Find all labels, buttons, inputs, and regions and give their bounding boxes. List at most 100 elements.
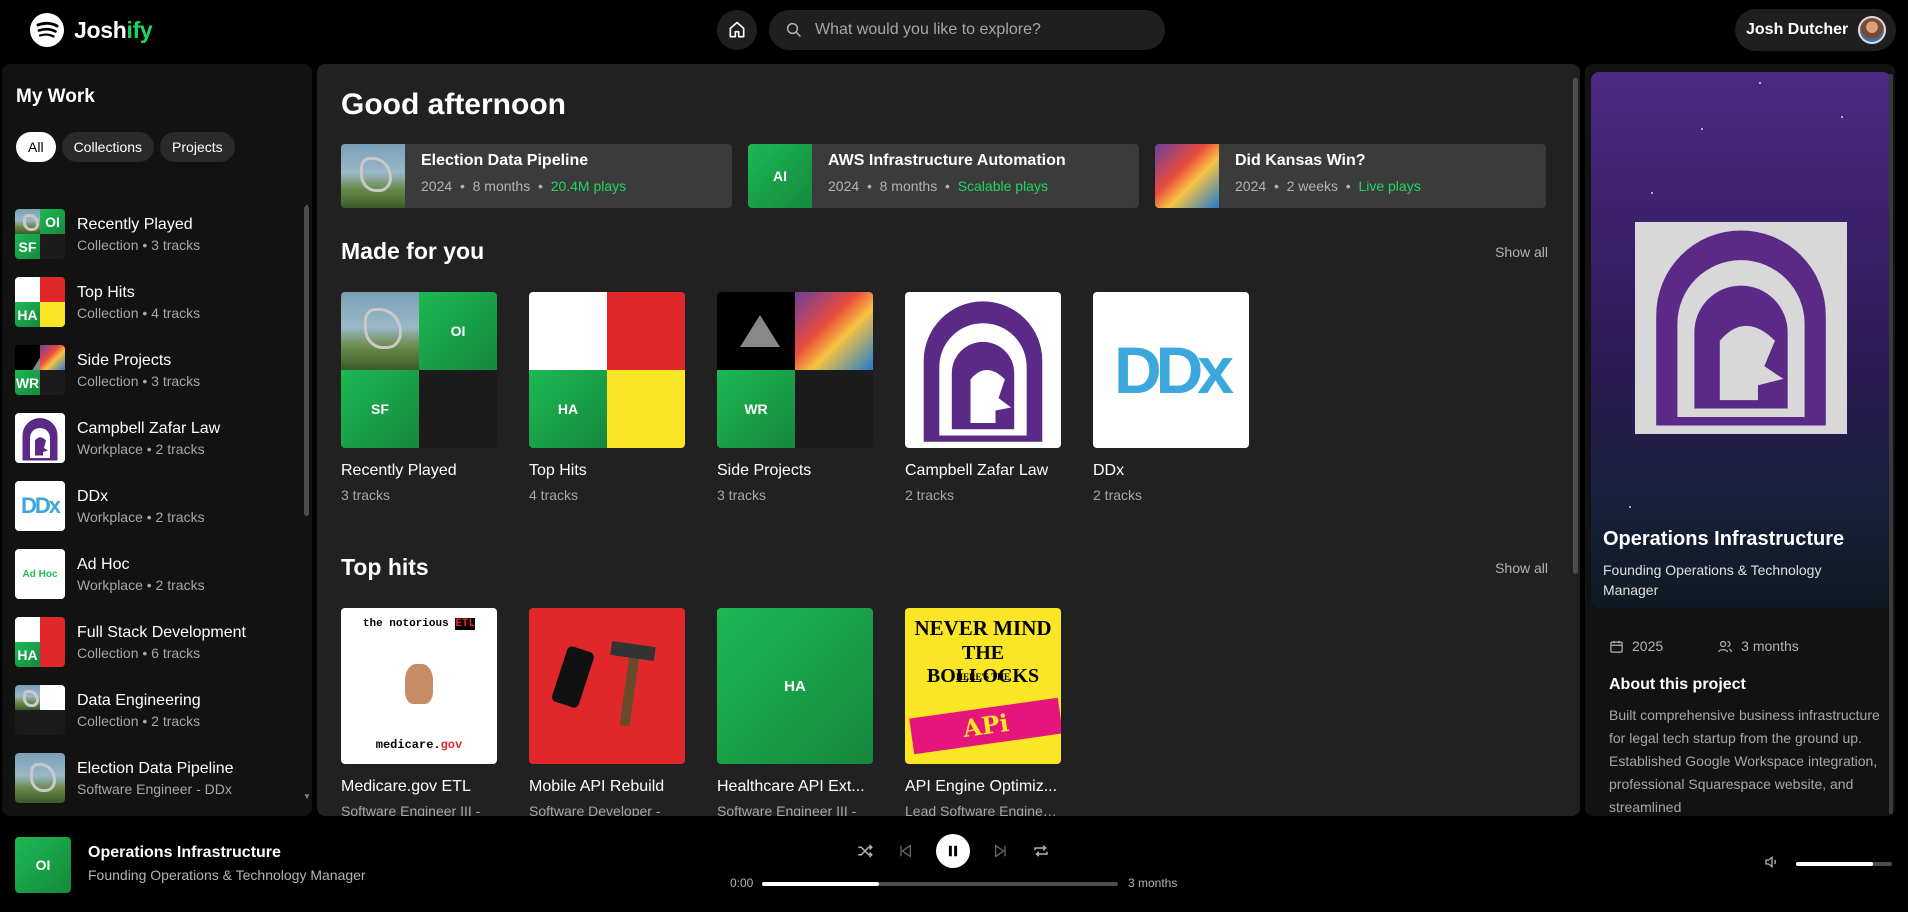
app-root: Joshify Josh Dutcher My Work All Collect… (0, 0, 1908, 912)
about-heading: About this project (1609, 676, 1746, 693)
search-icon (786, 22, 801, 37)
filter-all[interactable]: All (16, 132, 56, 162)
logo-icon (30, 13, 64, 47)
shuffle-icon (858, 844, 873, 858)
quick-pick-card[interactable]: AI AWS Infrastructure Automation 2024 • … (748, 144, 1139, 208)
section-title-top-hits: Top hits (341, 554, 429, 580)
repeat-button[interactable] (1032, 842, 1050, 860)
library-sidebar: My Work All Collections Projects OI SF R… (2, 64, 312, 816)
card-subtitle: 3 tracks (717, 487, 767, 503)
volume-fill (1796, 862, 1873, 866)
playlist-card[interactable]: OI SF Recently Played 3 tracks (341, 292, 497, 503)
library-item-sub: Workplace • 2 tracks (77, 440, 205, 457)
playlist-card[interactable]: DDx DDx 2 tracks (1093, 292, 1249, 503)
goddess-logo-icon (923, 301, 1043, 442)
scroll-down-icon[interactable]: ▼ (303, 792, 311, 801)
card-subtitle: 3 tracks (341, 487, 391, 503)
filter-collections[interactable]: Collections (61, 132, 155, 162)
collection-cover: HA (15, 277, 65, 327)
library-item-name: Data Engineering (77, 691, 201, 709)
library-item-name: Full Stack Development (77, 623, 246, 641)
library-item-name: Top Hits (77, 283, 135, 301)
pause-button[interactable] (936, 834, 970, 868)
about-text: Built comprehensive business infrastruct… (1609, 707, 1880, 815)
next-button[interactable] (992, 842, 1010, 860)
card-title: Recently Played (341, 462, 457, 479)
library-item-sub: Workplace • 2 tracks (77, 508, 205, 525)
playlist-card[interactable]: WR Side Projects 3 tracks (717, 292, 873, 503)
library-item-sub: Software Engineer - DDx (77, 780, 232, 797)
logo[interactable]: Joshify (30, 13, 153, 47)
progress-bar[interactable] (762, 882, 1118, 886)
user-menu-button[interactable]: Josh Dutcher (1735, 9, 1896, 51)
project-card[interactable]: NEVER MIND THE BOLLOCKS HERE'S THE APi E… (905, 608, 1061, 816)
now-playing-panel: Operations Infrastructure Founding Opera… (1585, 64, 1895, 816)
card-cover: DDx (1093, 292, 1249, 448)
project-cover (341, 144, 405, 208)
playlist-card[interactable]: Campbell Zafar Law 2 tracks (905, 292, 1061, 503)
library-item-name: DDx (77, 487, 109, 505)
library-item-name: Campbell Zafar Law (77, 419, 221, 437)
quick-pick-title: Election Data Pipeline (421, 152, 589, 169)
library-item[interactable]: Ad Hoc Ad Hoc Workplace • 2 tracks (2, 540, 302, 608)
playlist-card[interactable]: HA Top Hits 4 tracks (529, 292, 685, 503)
main-content: Good afternoon Election Data Pipeline 20… (317, 64, 1580, 816)
quick-pick-meta: 2024 • 2 weeks • Live plays (1235, 178, 1421, 194)
project-hero: Operations Infrastructure Founding Opera… (1591, 72, 1891, 608)
quick-pick-title: AWS Infrastructure Automation (828, 152, 1066, 169)
quick-pick-card[interactable]: Did Kansas Win? 2024 • 2 weeks • Live pl… (1155, 144, 1546, 208)
quick-picks: Election Data Pipeline 2024 • 8 months •… (341, 144, 1546, 208)
shuffle-button[interactable] (856, 842, 874, 860)
library-item[interactable]: HA Full Stack Development Collection • 6 … (2, 608, 302, 676)
show-all-link[interactable]: Show all (1495, 244, 1548, 260)
sidebar-scrollbar[interactable] (304, 206, 309, 516)
volume-slider[interactable] (1796, 862, 1892, 866)
workplace-logo: Ad Hoc (15, 549, 65, 599)
collection-cover: OI SF (15, 209, 65, 259)
project-cover (15, 753, 65, 803)
home-button[interactable] (717, 10, 757, 50)
volume-button[interactable] (1764, 854, 1780, 875)
library-item[interactable]: HA Top Hits Collection • 4 tracks (2, 268, 302, 336)
library-item[interactable]: DDx DDx Workplace • 2 tracks (2, 472, 302, 540)
search-input[interactable] (815, 21, 1135, 39)
panel-subtitle: Founding Operations & Technology Manager (1603, 562, 1822, 598)
library-item-name: Election Data Pipeline (77, 759, 234, 777)
phone-icon (550, 645, 596, 709)
filter-chips: All Collections Projects (16, 132, 235, 162)
main-scrollbar[interactable] (1573, 78, 1578, 574)
panel-scrollbar[interactable] (1889, 74, 1893, 814)
collection-cover (15, 685, 65, 735)
panel-title: Operations Infrastructure (1603, 528, 1845, 550)
card-subtitle: Lead Software Enginee... (905, 803, 1061, 816)
now-playing-title[interactable]: Operations Infrastructure (88, 844, 281, 862)
quick-pick-card[interactable]: Election Data Pipeline 2024 • 8 months •… (341, 144, 732, 208)
project-artwork (1635, 222, 1847, 434)
library-item[interactable]: Campbell Zafar Law Workplace • 2 tracks (2, 404, 302, 472)
library-item[interactable]: Data Engineering Collection • 2 tracks (2, 676, 302, 744)
card-title: Medicare.gov ETL (341, 778, 471, 795)
library-item[interactable]: OI SF Recently Played Collection • 3 trac… (2, 200, 302, 268)
project-duration: 3 months (1741, 638, 1799, 654)
skip-forward-icon (995, 844, 1006, 858)
now-playing-subtitle[interactable]: Founding Operations & Technology Manager (88, 867, 366, 883)
show-all-link[interactable]: Show all (1495, 560, 1548, 576)
quick-pick-meta: 2024 • 8 months • 20.4M plays (421, 178, 627, 194)
previous-button[interactable] (896, 842, 914, 860)
quick-pick-title: Did Kansas Win? (1235, 152, 1366, 169)
baby-icon (405, 664, 433, 704)
library-item-name: Side Projects (77, 351, 172, 369)
card-title: Side Projects (717, 462, 812, 479)
project-card[interactable]: Mobile API Rebuild Software Developer - (529, 608, 685, 816)
card-cover: OI SF (341, 292, 497, 448)
card-subtitle: 2 tracks (905, 487, 955, 503)
project-card[interactable]: HA Healthcare API Ext... Software Engine… (717, 608, 873, 816)
skip-back-icon (900, 844, 911, 858)
library-item[interactable]: WR Side Projects Collection • 3 tracks (2, 336, 302, 404)
search-bar[interactable] (769, 10, 1165, 50)
filter-projects[interactable]: Projects (160, 132, 235, 162)
library-item[interactable]: Election Data Pipeline Software Engineer … (2, 744, 302, 812)
card-subtitle: 4 tracks (529, 487, 579, 503)
project-card[interactable]: the notorious ETL medicare.gov Medicare.… (341, 608, 497, 816)
now-playing-cover[interactable]: OI (15, 837, 71, 893)
